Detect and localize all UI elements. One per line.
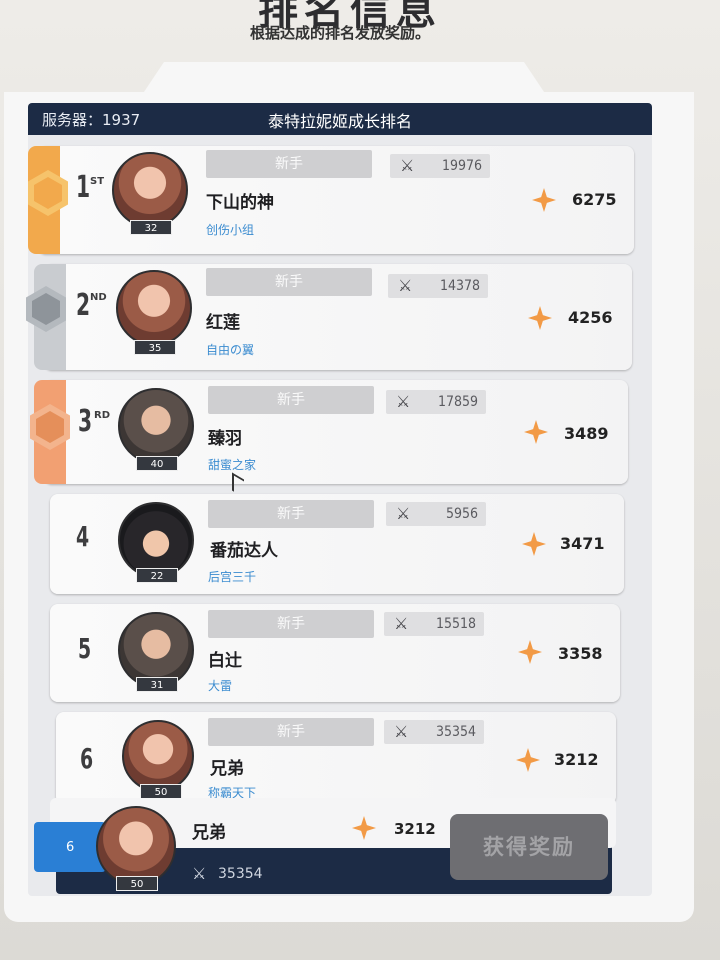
player-name: 臻羽 [208, 429, 242, 449]
power-box: ⚔ 14378 [388, 274, 488, 298]
power-box: ⚔ 19976 [390, 154, 490, 178]
level-tag: 35 [134, 340, 176, 355]
player-name: 兄弟 [210, 759, 244, 779]
level-tag: 31 [136, 677, 178, 692]
title-chip: 新手 [208, 500, 374, 528]
rank-suffix: ND [90, 292, 107, 303]
level-tag: 22 [136, 568, 178, 583]
crossed-swords-icon: ⚔ [398, 276, 413, 295]
score: 3358 [558, 644, 603, 663]
power-box: ⚔ 35354 [384, 720, 484, 744]
rank-number: 4 [76, 520, 90, 553]
power-box: ⚔ 5956 [386, 502, 486, 526]
ranking-title: 泰特拉妮姬成长排名 [267, 112, 412, 131]
self-power: 35354 [218, 866, 263, 882]
title-chip: 新手 [208, 386, 374, 414]
score: 4256 [568, 308, 613, 327]
rank-number: 1 [76, 170, 91, 205]
power-value: 5956 [445, 506, 478, 522]
crossed-swords-icon: ⚔ [192, 864, 207, 883]
title-chip: 新手 [206, 268, 372, 296]
page-subtitle: 根据达成的排名发放奖励。 [249, 24, 430, 42]
power-value: 19976 [441, 158, 482, 174]
player-name: 红莲 [206, 313, 240, 333]
score: 3212 [554, 750, 599, 769]
level-tag: 50 [140, 784, 182, 799]
crossed-swords-icon: ⚔ [400, 156, 415, 175]
crossed-swords-icon: ⚔ [394, 722, 409, 741]
rank-number: 3 [78, 404, 93, 439]
title-chip: 新手 [208, 718, 374, 746]
guild-name: 甜蜜之家 [208, 458, 257, 472]
power-value: 15518 [435, 616, 476, 632]
score: 6275 [572, 190, 617, 209]
guild-name: 创伤小组 [206, 223, 255, 237]
avatar[interactable] [112, 152, 188, 228]
rank-number: 5 [78, 632, 92, 665]
claim-reward-button[interactable]: 获得奖励 [450, 814, 608, 880]
ranking-header: 服务器：1937 泰特拉妮姬成长排名 [28, 103, 652, 135]
avatar[interactable] [122, 720, 194, 792]
avatar[interactable] [116, 270, 192, 346]
rank-suffix: RD [94, 410, 111, 421]
power-value: 35354 [435, 724, 476, 740]
power-value: 14378 [439, 278, 480, 294]
score: 3471 [560, 534, 605, 553]
guild-name: 后宫三千 [208, 570, 257, 584]
player-name: 番茄达人 [210, 541, 278, 561]
power-value: 17859 [437, 394, 478, 410]
self-avatar[interactable] [96, 806, 176, 886]
rank-suffix: ST [90, 176, 105, 187]
avatar[interactable] [118, 388, 194, 464]
player-name: 下山的神 [206, 193, 274, 213]
guild-name: 自由の翼 [206, 343, 255, 357]
level-tag: 32 [130, 220, 172, 235]
title-chip: 新手 [208, 610, 374, 638]
self-rank: 6 [66, 840, 75, 855]
score: 3489 [564, 424, 609, 443]
avatar[interactable] [118, 502, 194, 578]
title-chip: 新手 [206, 150, 372, 178]
level-tag: 40 [136, 456, 178, 471]
crossed-swords-icon: ⚔ [394, 614, 409, 633]
crossed-swords-icon: ⚔ [396, 504, 411, 523]
self-score: 3212 [394, 820, 436, 838]
guild-name: 大雷 [208, 679, 233, 693]
crossed-swords-icon: ⚔ [396, 392, 411, 411]
rank-number: 6 [80, 742, 94, 775]
self-player-name: 兄弟 [192, 823, 226, 843]
player-name: 白辻 [208, 651, 242, 671]
power-box: ⚔ 15518 [384, 612, 484, 636]
power-box: ⚔ 17859 [386, 390, 486, 414]
self-level-tag: 50 [116, 876, 158, 891]
rank-number: 2 [76, 288, 91, 323]
